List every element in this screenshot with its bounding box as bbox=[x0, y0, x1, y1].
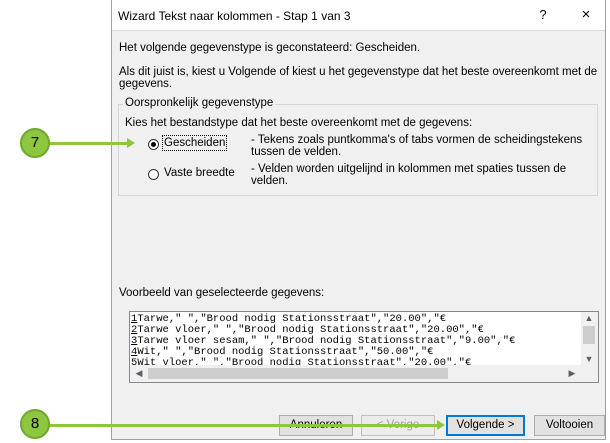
scroll-down-icon[interactable]: ▼ bbox=[582, 354, 596, 364]
callout-7-line bbox=[48, 142, 128, 145]
instruction-text-line2: gegevens. bbox=[119, 78, 173, 90]
group-legend: Oorspronkelijk gegevenstype bbox=[123, 97, 276, 109]
callout-8-line bbox=[48, 424, 438, 427]
fixed-width-description-line2: velden. bbox=[251, 175, 289, 187]
callout-7-badge: 7 bbox=[20, 128, 50, 158]
filetype-prompt: Kies het bestandstype dat het beste over… bbox=[125, 117, 473, 129]
radio-delimited-label[interactable]: Gescheiden bbox=[161, 135, 228, 151]
horizontal-scroll-thumb[interactable] bbox=[148, 368, 448, 379]
vertical-scroll-thumb[interactable] bbox=[583, 326, 595, 344]
data-preview[interactable]: 1Tarwe," ","Brood nodig Stationsstraat",… bbox=[129, 311, 599, 383]
preview-label: Voorbeeld van geselecteerde gegevens: bbox=[119, 287, 325, 299]
radio-fixed-width[interactable] bbox=[148, 169, 159, 180]
detected-type-text: Het volgende gegevenstype is geconstatee… bbox=[119, 42, 421, 54]
preview-vertical-scrollbar[interactable]: ▲ ▼ bbox=[581, 312, 598, 366]
radio-fixed-width-label[interactable]: Vaste breedte bbox=[164, 167, 235, 179]
delimited-description-line2: tussen de velden. bbox=[251, 146, 342, 158]
background bbox=[0, 0, 111, 443]
dialog-title: Wizard Tekst naar kolommen - Stap 1 van … bbox=[118, 9, 351, 23]
close-button[interactable]: × bbox=[573, 4, 599, 26]
preview-horizontal-scrollbar[interactable]: ◀ ▶ bbox=[130, 365, 598, 382]
fixed-width-description-line1: - Velden worden uitgelijnd in kolommen m… bbox=[251, 163, 567, 175]
callout-8-badge: 8 bbox=[20, 409, 50, 439]
delimited-description-line1: - Tekens zoals puntkomma's of tabs vorme… bbox=[251, 134, 583, 146]
help-button[interactable]: ? bbox=[533, 5, 553, 25]
next-button[interactable]: Volgende > bbox=[446, 415, 525, 436]
finish-button[interactable]: Voltooien bbox=[534, 415, 605, 436]
instruction-text-line1: Als dit juist is, kiest u Volgende of ki… bbox=[119, 66, 598, 78]
scroll-left-icon[interactable]: ◀ bbox=[132, 368, 146, 379]
scroll-right-icon[interactable]: ▶ bbox=[565, 368, 579, 379]
callout-7-arrow-icon bbox=[127, 138, 135, 148]
callout-8-arrow-icon bbox=[437, 420, 445, 430]
title-bar: Wizard Tekst naar kolommen - Stap 1 van … bbox=[112, 0, 605, 31]
text-to-columns-dialog: Wizard Tekst naar kolommen - Stap 1 van … bbox=[111, 0, 606, 440]
scroll-up-icon[interactable]: ▲ bbox=[582, 313, 596, 323]
radio-delimited[interactable] bbox=[148, 139, 159, 150]
original-data-type-group: Oorspronkelijk gegevenstype Kies het bes… bbox=[118, 97, 598, 196]
